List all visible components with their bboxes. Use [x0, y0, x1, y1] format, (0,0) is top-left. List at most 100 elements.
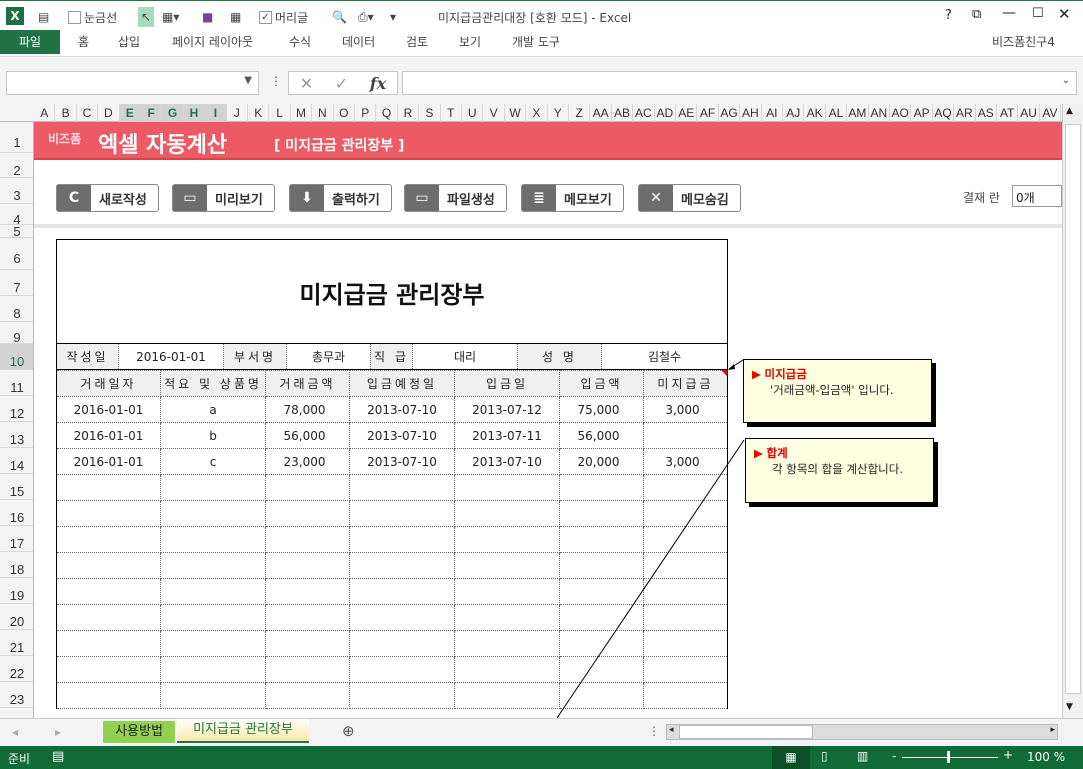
column-header[interactable]: C: [77, 104, 99, 122]
select-pointer-icon[interactable]: ↖: [138, 7, 155, 27]
chevron-down-icon[interactable]: ▼: [244, 75, 252, 86]
table-cell[interactable]: [643, 500, 728, 527]
column-header[interactable]: AM: [847, 104, 869, 122]
table-cell[interactable]: [454, 526, 560, 553]
table-cell[interactable]: [56, 526, 161, 553]
vertical-scrollbar[interactable]: ▲ ▼: [1062, 104, 1083, 718]
table-cell[interactable]: [643, 656, 728, 683]
row-header[interactable]: 20: [0, 604, 33, 630]
table-cell[interactable]: [559, 682, 644, 709]
button-5[interactable]: ✕ 메모숨김: [638, 184, 741, 212]
table-cell[interactable]: [265, 604, 350, 631]
table-cell[interactable]: 56,000: [265, 422, 350, 449]
row-header[interactable]: 7: [0, 270, 33, 296]
row-header[interactable]: 4: [0, 204, 33, 227]
column-header[interactable]: D: [98, 104, 120, 122]
column-header[interactable]: L: [269, 104, 291, 122]
column-header[interactable]: M: [291, 104, 313, 122]
tab-home[interactable]: 홈: [66, 30, 101, 54]
table-cell[interactable]: 56,000: [559, 422, 644, 449]
page-break-view-icon[interactable]: ▥: [857, 749, 868, 763]
row-header[interactable]: 17: [0, 526, 33, 552]
user-account[interactable]: 비즈폼친구4: [980, 30, 1067, 54]
table-cell[interactable]: [265, 656, 350, 683]
page-layout-view-icon[interactable]: ▯: [821, 749, 828, 763]
macro-record-icon[interactable]: ▤: [52, 749, 64, 764]
add-sheet-icon[interactable]: ⊕: [342, 722, 355, 740]
column-header[interactable]: U: [462, 104, 484, 122]
column-header[interactable]: AG: [719, 104, 741, 122]
print-preview-icon[interactable]: 🔍: [332, 7, 347, 27]
expand-formula-icon[interactable]: ⌄: [1062, 75, 1070, 86]
table-cell[interactable]: [559, 604, 644, 631]
table-cell[interactable]: [454, 500, 560, 527]
table-cell[interactable]: [349, 656, 455, 683]
column-header[interactable]: G: [162, 104, 184, 122]
table-cell[interactable]: [56, 630, 161, 657]
column-header[interactable]: H: [183, 104, 206, 122]
dept-value[interactable]: 총무과: [286, 343, 371, 370]
table-cell[interactable]: [160, 474, 266, 501]
column-header[interactable]: O: [334, 104, 355, 122]
rank-value[interactable]: 대리: [412, 343, 518, 370]
table-cell[interactable]: 20,000: [559, 448, 644, 475]
table-cell[interactable]: [265, 630, 350, 657]
split-handle-icon[interactable]: ⋮: [648, 724, 660, 738]
table-cell[interactable]: 2016-01-01: [56, 422, 161, 449]
row-header[interactable]: 6: [0, 238, 33, 270]
row-header[interactable]: 16: [0, 500, 33, 526]
tab-insert[interactable]: 삽입: [106, 30, 152, 54]
tab-file[interactable]: 파일: [0, 30, 60, 54]
print-icon[interactable]: ⎙▾: [358, 7, 374, 27]
row-header[interactable]: 22: [0, 656, 33, 682]
column-header[interactable]: N: [312, 104, 334, 122]
table-cell[interactable]: [559, 578, 644, 605]
table-cell[interactable]: [265, 500, 350, 527]
column-header[interactable]: AR: [954, 104, 976, 122]
table-cell[interactable]: [265, 474, 350, 501]
column-header[interactable]: AL: [826, 104, 848, 122]
approval-select[interactable]: 0개: [1012, 185, 1062, 207]
table-cell[interactable]: [265, 526, 350, 553]
customize-qat-icon[interactable]: ▾: [390, 7, 396, 27]
table-cell[interactable]: [56, 500, 161, 527]
column-header[interactable]: AC: [633, 104, 655, 122]
next-sheet-icon[interactable]: ▸: [55, 725, 61, 739]
column-header[interactable]: I: [205, 104, 227, 122]
column-header[interactable]: AI: [762, 104, 783, 122]
column-header[interactable]: K: [248, 104, 270, 122]
column-header[interactable]: AJ: [783, 104, 805, 122]
enter-icon[interactable]: ✓: [335, 74, 348, 93]
gridlines-checkbox[interactable]: 눈금선: [68, 7, 117, 27]
table-cell[interactable]: [349, 552, 455, 579]
tab-page-layout[interactable]: 페이지 레이아웃: [160, 30, 265, 54]
column-header[interactable]: AP: [911, 104, 933, 122]
column-header[interactable]: AB: [612, 104, 634, 122]
table-cell[interactable]: [160, 552, 266, 579]
table-cell[interactable]: 2013-07-12: [454, 396, 560, 423]
table-cell[interactable]: [643, 604, 728, 631]
column-header[interactable]: AV: [1040, 104, 1062, 122]
header-checkbox[interactable]: ✓ 머리글: [259, 7, 308, 27]
table-cell[interactable]: [265, 552, 350, 579]
gridview-icon[interactable]: ▤: [38, 7, 49, 27]
tab-view[interactable]: 보기: [447, 30, 493, 54]
table-cell[interactable]: [56, 604, 161, 631]
page-layout-icon[interactable]: ▦▾: [162, 7, 179, 27]
row-header[interactable]: 15: [0, 474, 33, 500]
table-cell[interactable]: c: [160, 448, 266, 475]
table-cell[interactable]: [349, 604, 455, 631]
table-cell[interactable]: [454, 630, 560, 657]
column-header[interactable]: AE: [676, 104, 698, 122]
row-header[interactable]: 1: [0, 122, 33, 153]
protect-sheet-icon[interactable]: ▦: [230, 7, 241, 27]
row-header[interactable]: 21: [0, 630, 33, 656]
column-header[interactable]: P: [355, 104, 377, 122]
sheet-tab-ledger[interactable]: 미지급금 관리장부: [177, 719, 309, 743]
table-cell[interactable]: 2013-07-10: [349, 422, 455, 449]
zoom-in-icon[interactable]: +: [1003, 748, 1013, 762]
table-cell[interactable]: [643, 630, 728, 657]
column-header[interactable]: AF: [697, 104, 719, 122]
scroll-right-icon[interactable]: ▸: [1050, 725, 1055, 735]
column-header[interactable]: V: [483, 104, 505, 122]
